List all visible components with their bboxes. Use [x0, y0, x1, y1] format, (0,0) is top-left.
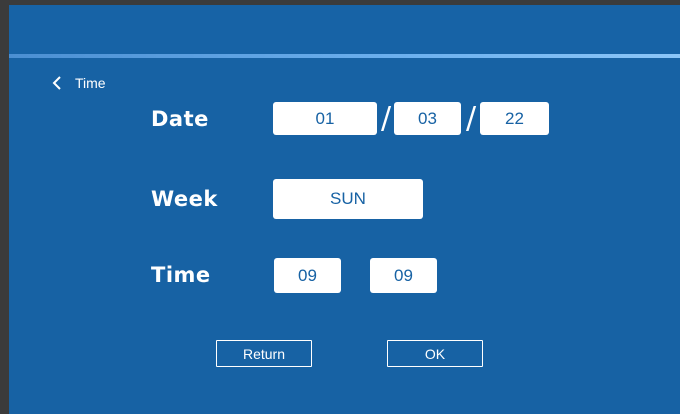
time-label: Time	[151, 263, 211, 287]
settings-screen: Time Date 01 / 03 / 22 Week SUN Time 09 …	[0, 0, 680, 414]
week-field[interactable]: SUN	[273, 179, 423, 219]
date-label: Date	[151, 107, 209, 131]
time-hour-field[interactable]: 09	[274, 258, 341, 293]
time-minute-field[interactable]: 09	[370, 258, 437, 293]
ok-button[interactable]: OK	[387, 340, 483, 367]
week-label: Week	[151, 187, 218, 211]
chevron-left-icon[interactable]	[49, 75, 65, 91]
date-month-field[interactable]: 03	[394, 102, 461, 135]
top-bar-divider	[9, 54, 680, 58]
page-title: Time	[75, 75, 106, 91]
return-button[interactable]: Return	[216, 340, 312, 367]
date-separator-1: /	[381, 101, 392, 136]
header: Time	[49, 72, 106, 94]
top-bar	[9, 5, 680, 54]
date-separator-2: /	[466, 101, 477, 136]
date-year-field[interactable]: 22	[480, 102, 549, 135]
date-day-field[interactable]: 01	[273, 102, 377, 135]
